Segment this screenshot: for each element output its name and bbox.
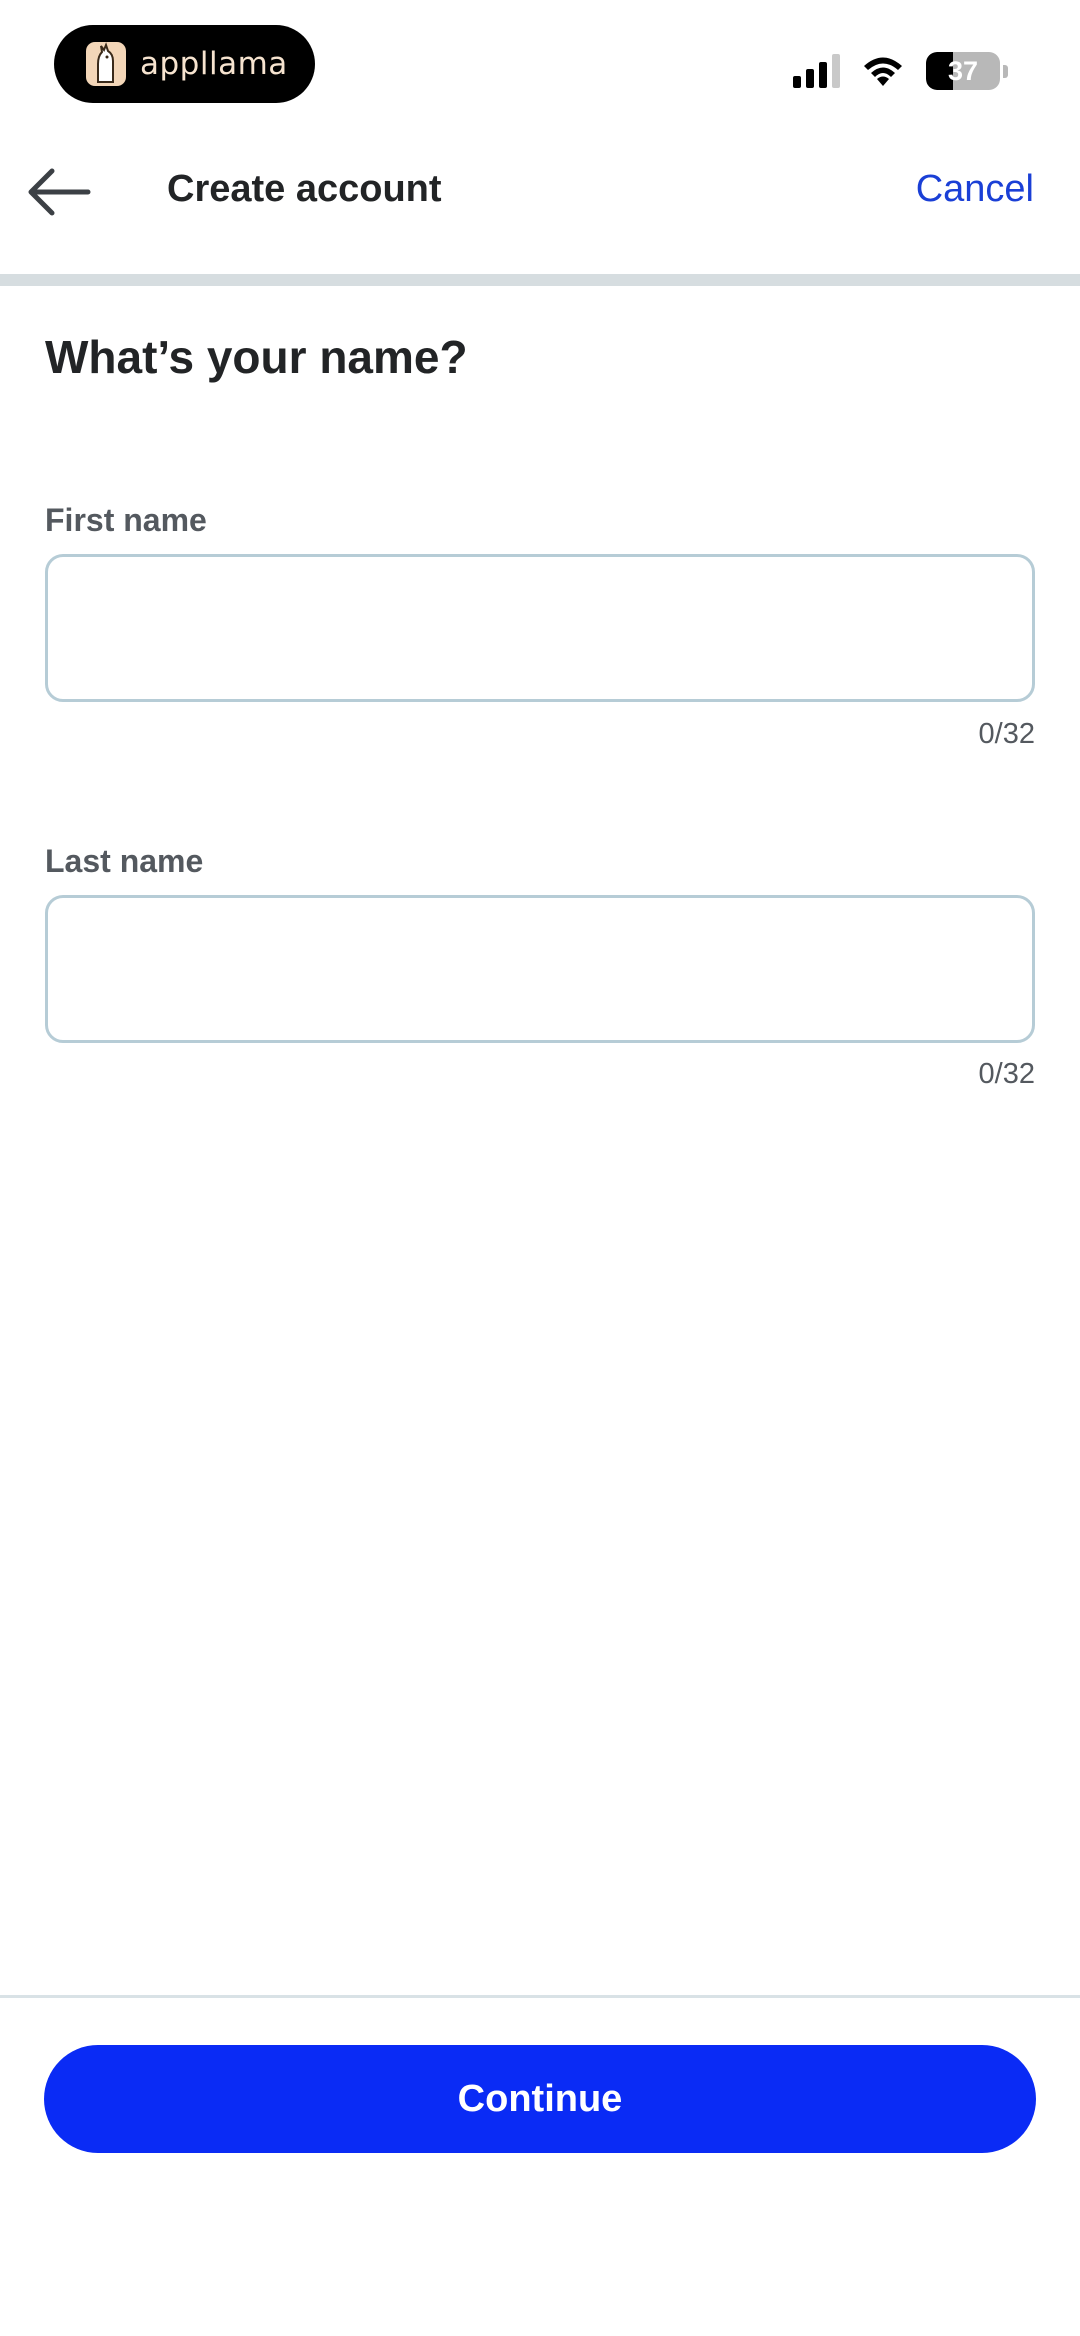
question-heading: What’s your name? xyxy=(45,331,468,383)
first-name-input[interactable] xyxy=(45,554,1035,702)
last-name-counter: 0/32 xyxy=(978,1058,1035,1090)
page-title: Create account xyxy=(167,168,442,210)
last-name-label: Last name xyxy=(45,843,204,879)
header: Create account Cancel xyxy=(0,140,1080,246)
battery-level: 37 xyxy=(947,55,979,86)
back-button[interactable] xyxy=(24,160,96,224)
app-pill-label: appllama xyxy=(140,46,288,82)
wifi-icon xyxy=(864,57,902,86)
signal-icon xyxy=(793,54,840,88)
cancel-button[interactable]: Cancel xyxy=(916,168,1034,211)
battery-icon: 37 xyxy=(926,52,1000,90)
continue-button[interactable]: Continue xyxy=(44,2045,1036,2153)
arrow-left-icon xyxy=(28,168,91,216)
status-bar: appllama 37 xyxy=(0,0,1080,130)
last-name-input[interactable] xyxy=(45,895,1035,1043)
footer-divider xyxy=(0,1995,1080,1998)
llama-logo-icon xyxy=(86,42,126,86)
app-pill: appllama xyxy=(54,25,315,103)
first-name-counter: 0/32 xyxy=(978,718,1035,750)
first-name-label: First name xyxy=(45,502,207,538)
status-icons: 37 xyxy=(793,50,1008,92)
progress-bar xyxy=(0,274,1080,286)
